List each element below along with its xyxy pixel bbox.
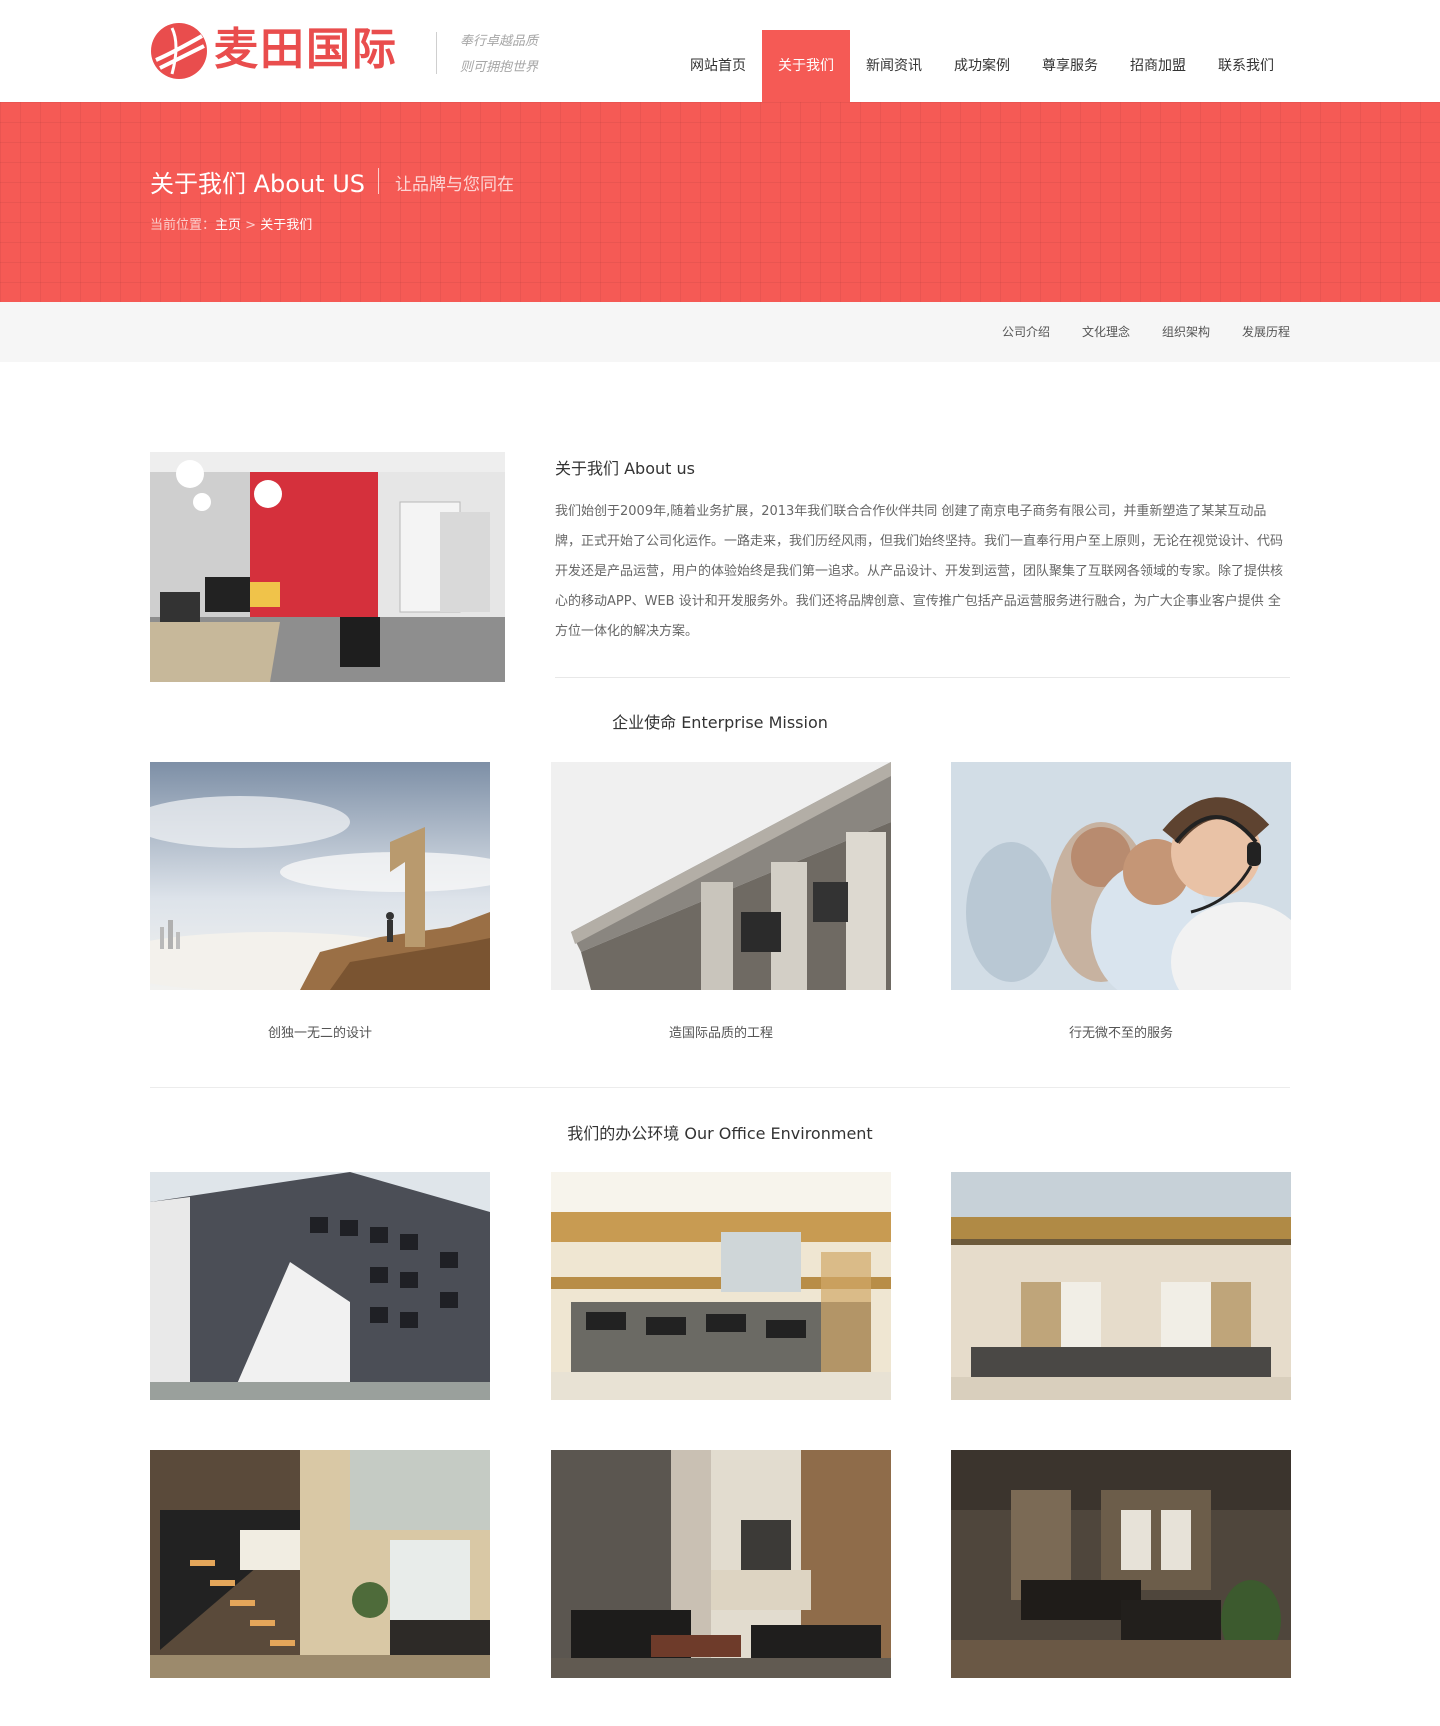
mission-image-service: [951, 762, 1291, 990]
brand-name[interactable]: 麦田国际: [214, 20, 398, 80]
office-title: 我们的办公环境 Our Office Environment: [567, 1124, 873, 1143]
office-photo-lounge: [551, 1450, 891, 1678]
brand-divider: [436, 32, 437, 74]
about-description: 我们始创于2009年,随着业务扩展，2013年我们联合合作伙伴共同 创建了南京电…: [555, 504, 1284, 639]
nav-item-cases[interactable]: 成功案例: [938, 30, 1026, 102]
breadcrumb-prefix: 当前位置：: [150, 218, 216, 233]
mission-caption-engineering: 造国际品质的工程: [668, 1026, 773, 1041]
nav-item-news[interactable]: 新闻资讯: [850, 30, 938, 102]
nav-item-services[interactable]: 尊享服务: [1026, 30, 1114, 102]
breadcrumb-home-link[interactable]: 主页: [215, 218, 241, 233]
breadcrumb: 当前位置：主页 > 关于我们: [150, 214, 312, 233]
mission-image-design: [150, 762, 490, 990]
breadcrumb-separator: >: [241, 218, 261, 233]
office-photo-mezzanine: [951, 1172, 1291, 1400]
nav-item-franchise[interactable]: 招商加盟: [1114, 30, 1202, 102]
main-nav: 网站首页 关于我们 新闻资讯 成功案例 尊享服务 招商加盟 联系我们: [674, 30, 1290, 102]
section-divider: [150, 1087, 1290, 1088]
office-photo-workspace: [551, 1172, 891, 1400]
mission-image-engineering: [551, 762, 891, 990]
breadcrumb-current[interactable]: 关于我们: [260, 218, 312, 233]
subnav-item-structure[interactable]: 组织架构: [1162, 302, 1210, 362]
page-banner: 关于我们 About US 让品牌与您同在 当前位置：主页 > 关于我们: [0, 102, 1440, 302]
slogan-line-1: 奉行卓越品质: [460, 34, 539, 49]
mission-title: 企业使命 Enterprise Mission: [612, 713, 828, 732]
subnav-item-culture[interactable]: 文化理念: [1082, 302, 1130, 362]
about-divider: [555, 677, 1290, 678]
nav-item-contact[interactable]: 联系我们: [1202, 30, 1290, 102]
about-title: 关于我们 About us: [555, 459, 695, 478]
brand-logo-icon[interactable]: [150, 22, 208, 80]
mission-caption-service: 行无微不至的服务: [1068, 1026, 1173, 1041]
slogan-line-2: 则可拥抱世界: [460, 60, 539, 75]
banner-divider: [378, 168, 379, 194]
mission-caption-design: 创独一无二的设计: [267, 1026, 372, 1041]
page-subtitle: 让品牌与您同在: [395, 175, 514, 195]
subnav-item-intro[interactable]: 公司介绍: [1002, 302, 1050, 362]
office-photo-reception: [951, 1450, 1291, 1678]
site-header: 麦田国际 奉行卓越品质 则可拥抱世界 网站首页 关于我们 新闻资讯 成功案例 尊…: [0, 0, 1440, 102]
sub-nav: 公司介绍 文化理念 组织架构 发展历程: [0, 302, 1440, 362]
about-office-photo: [150, 452, 505, 682]
page-title: 关于我们 About US: [150, 170, 366, 198]
subnav-item-history[interactable]: 发展历程: [1242, 302, 1290, 362]
office-photo-staircase: [150, 1450, 490, 1678]
nav-item-about[interactable]: 关于我们: [762, 30, 850, 102]
nav-item-home[interactable]: 网站首页: [674, 30, 762, 102]
office-photo-building: [150, 1172, 490, 1400]
